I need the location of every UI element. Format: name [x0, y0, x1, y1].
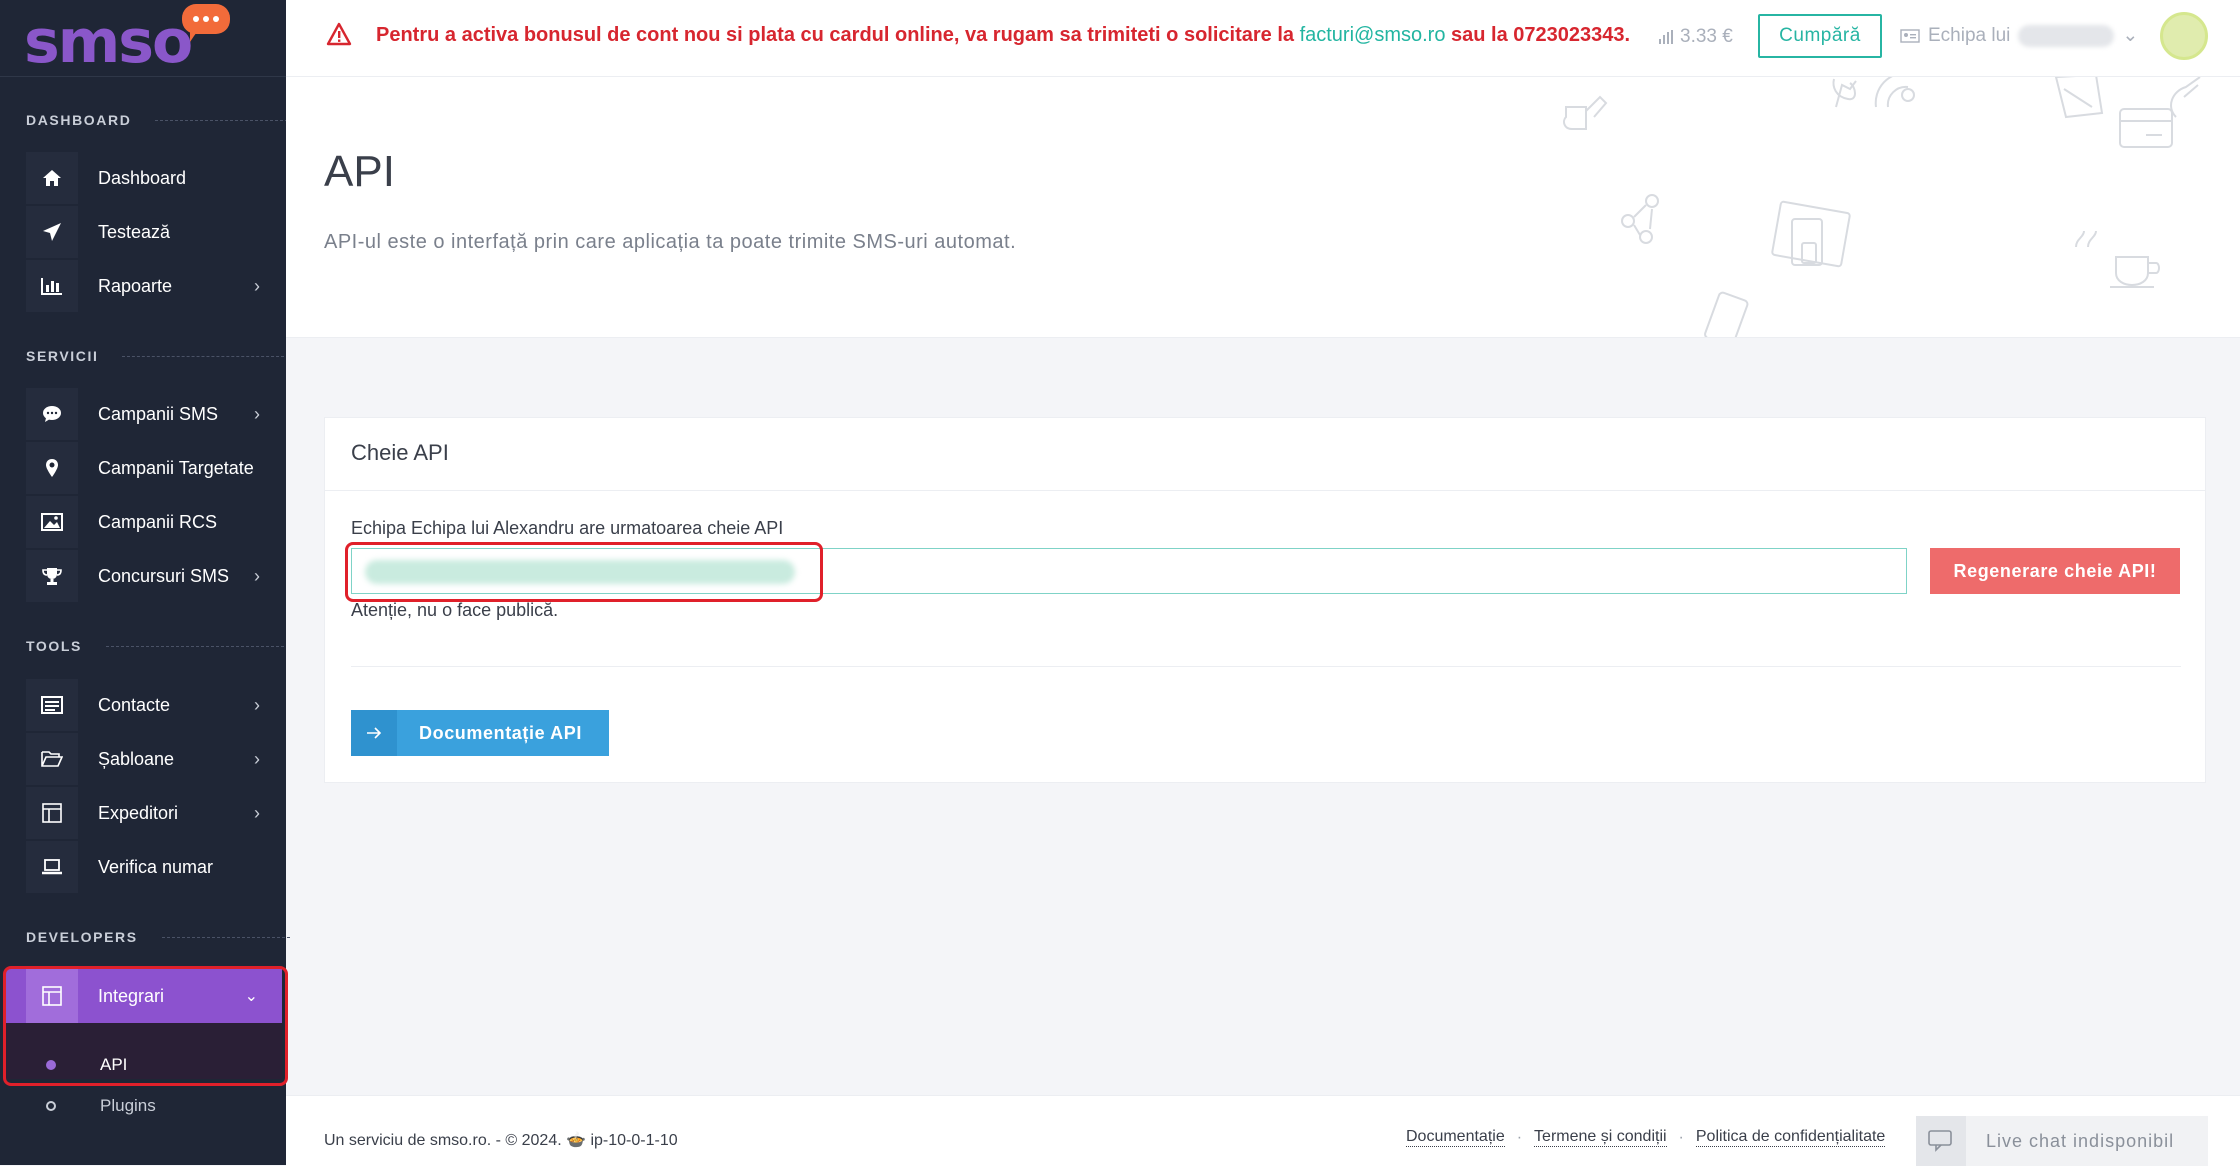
signal-bars-icon	[1659, 30, 1673, 44]
highlight-outline	[3, 966, 288, 1086]
page-subtitle: API-ul este o interfață prin care aplica…	[324, 231, 1017, 253]
id-card-icon	[1900, 28, 1920, 43]
chevron-right-icon: ›	[254, 748, 260, 769]
sidebar-item-contacte[interactable]: Contacte ›	[26, 678, 286, 732]
live-chat-button[interactable]: Live chat indisponibil	[1916, 1116, 2208, 1166]
page-title: API	[324, 147, 395, 196]
sidebar-item-rapoarte[interactable]: Rapoarte ›	[26, 259, 286, 313]
api-key-card: Cheie API Echipa Echipa lui Alexandru ar…	[324, 417, 2206, 783]
highlight-outline	[345, 542, 823, 602]
divider	[351, 666, 2181, 667]
sidebar-item-sabloane[interactable]: Șabloane ›	[26, 732, 286, 786]
sidebar-item-label: Dashboard	[98, 167, 187, 188]
footer-link-docs[interactable]: Documentație	[1406, 1128, 1505, 1147]
sidebar-item-label: Verifica numar	[98, 856, 214, 877]
team-selector[interactable]: Echipa lui ⌄	[1900, 24, 2138, 47]
api-docs-button[interactable]: Documentație API	[351, 710, 609, 756]
sidebar-item-dashboard[interactable]: Dashboard	[26, 151, 286, 205]
sidebar-item-campanii-targetate[interactable]: Campanii Targetate	[26, 441, 286, 495]
buy-button[interactable]: Cumpără	[1758, 14, 1882, 58]
api-docs-label: Documentație API	[419, 722, 582, 743]
footer-links: Documentație · Termene și condiții · Pol…	[1406, 1128, 1886, 1147]
warning-triangle-icon	[326, 22, 352, 51]
bullet-empty-icon	[46, 1101, 56, 1111]
decorative-doodles-icon	[1563, 77, 2201, 337]
footer-copyright: Un serviciu de smso.ro. - © 2024. 🍲 ip-1…	[324, 1132, 678, 1149]
address-book-icon	[26, 679, 78, 731]
chevron-right-icon: ›	[254, 694, 260, 715]
sidebar-item-testeaza[interactable]: Testează	[26, 205, 286, 259]
section-tools: TOOLS	[26, 638, 284, 654]
page-header: API API-ul este o interfață prin care ap…	[286, 77, 2240, 338]
sidebar: smso DASHBOARD Dashboard Testează Rapoar…	[0, 0, 294, 1165]
arrow-right-icon	[351, 710, 397, 756]
map-pin-icon	[26, 442, 78, 494]
api-key-label: Echipa Echipa lui Alexandru are urmatoar…	[351, 518, 784, 538]
topbar: Pentru a activa bonusul de cont nou si p…	[286, 0, 2240, 77]
laptop-icon	[26, 841, 78, 893]
card-title: Cheie API	[351, 440, 449, 465]
section-developers: DEVELOPERS	[26, 929, 290, 945]
footer: Un serviciu de smso.ro. - © 2024. 🍲 ip-1…	[286, 1095, 2240, 1166]
layout-icon	[26, 787, 78, 839]
divider	[325, 490, 2205, 491]
warning-text: Atenție, nu o face publică.	[351, 600, 559, 620]
section-servicii: SERVICII	[26, 348, 285, 364]
sidebar-item-label: Campanii Targetate	[98, 457, 254, 478]
sidebar-item-label: Campanii RCS	[98, 511, 218, 532]
sidebar-subitem-label: Plugins	[100, 1096, 156, 1115]
footer-link-terms[interactable]: Termene și condiții	[1534, 1128, 1667, 1147]
logo-text: smso	[24, 7, 193, 77]
sidebar-item-label: Testează	[98, 221, 171, 242]
sidebar-item-label: Campanii SMS	[98, 403, 219, 424]
live-chat-label: Live chat indisponibil	[1986, 1130, 2175, 1151]
regenerate-key-button[interactable]: Regenerare cheie API!	[1930, 548, 2180, 594]
sidebar-item-label: Rapoarte	[98, 275, 173, 296]
chevron-down-icon: ⌄	[2122, 25, 2139, 46]
separator: ·	[1516, 1128, 1523, 1146]
sidebar-item-verifica-numar[interactable]: Verifica numar	[26, 840, 286, 894]
team-name-redacted	[2018, 24, 2115, 47]
footer-link-privacy[interactable]: Politica de confidențialitate	[1695, 1128, 1886, 1147]
email-link[interactable]: facturi@smso.ro	[1300, 24, 1446, 46]
bar-chart-icon	[26, 260, 78, 312]
balance: 3.33 €	[1658, 26, 1733, 48]
sidebar-item-label: Concursuri SMS	[98, 565, 230, 586]
chevron-right-icon: ›	[254, 802, 260, 823]
avatar[interactable]	[2160, 12, 2208, 60]
trophy-icon	[26, 550, 78, 602]
section-dashboard: DASHBOARD	[26, 112, 294, 128]
chat-bubble-icon	[182, 4, 230, 42]
sidebar-item-label: Șabloane	[98, 748, 175, 769]
sidebar-subitem-plugins[interactable]: Plugins	[0, 1086, 286, 1126]
sidebar-item-concursuri-sms[interactable]: Concursuri SMS ›	[26, 549, 286, 603]
chat-icon	[1916, 1116, 1966, 1166]
alert-message: Pentru a activa bonusul de cont nou si p…	[376, 24, 1631, 46]
logo[interactable]: smso	[0, 0, 286, 77]
separator: ·	[1678, 1128, 1684, 1146]
folder-open-icon	[26, 733, 78, 785]
paper-plane-icon	[26, 206, 78, 258]
sidebar-item-label: Contacte	[98, 694, 171, 715]
sidebar-item-expeditori[interactable]: Expeditori ›	[26, 786, 286, 840]
sidebar-item-campanii-rcs[interactable]: Campanii RCS	[26, 495, 286, 549]
chevron-right-icon: ›	[254, 403, 260, 424]
image-icon	[26, 496, 78, 548]
home-icon	[26, 152, 78, 204]
chevron-right-icon: ›	[254, 565, 260, 586]
speech-bubble-icon	[26, 388, 78, 440]
sidebar-item-label: Expeditori	[98, 802, 179, 823]
chevron-right-icon: ›	[254, 275, 260, 296]
sidebar-item-campanii-sms[interactable]: Campanii SMS ›	[26, 387, 286, 441]
